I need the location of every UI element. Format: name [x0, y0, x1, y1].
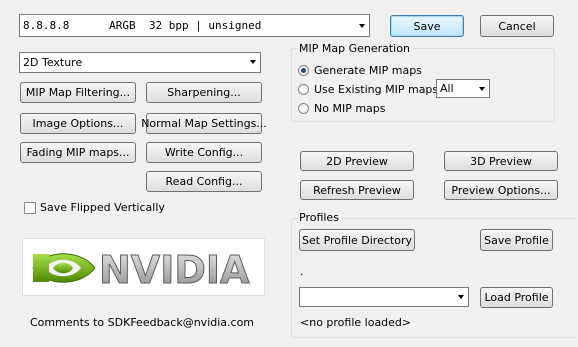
- save-button[interactable]: Save: [390, 15, 464, 37]
- cancel-button[interactable]: Cancel: [480, 15, 554, 37]
- use-existing-mip-maps-label: Use Existing MIP maps: [314, 83, 439, 96]
- nvidia-wordmark: NVIDIA: [99, 248, 250, 292]
- save-flipped-label: Save Flipped Vertically: [40, 201, 165, 214]
- no-mip-maps-radio[interactable]: [298, 103, 309, 114]
- nvidia-dds-export-dialog: 8.8.8.8 ARGB 32 bpp | unsigned Save Canc…: [0, 0, 578, 347]
- profile-directory-text: .: [300, 265, 304, 278]
- use-existing-mip-maps-radio[interactable]: [298, 84, 309, 95]
- sharpening-button[interactable]: Sharpening...: [146, 82, 262, 103]
- texture-type-value: 2D Texture: [23, 56, 83, 69]
- nvidia-logo: NVIDIA: [22, 238, 265, 296]
- preview-options-button[interactable]: Preview Options...: [444, 180, 558, 200]
- normal-map-settings-button[interactable]: Normal Map Settings...: [141, 113, 267, 134]
- mip-map-group-title: MIP Map Generation: [297, 42, 412, 55]
- refresh-preview-button[interactable]: Refresh Preview: [300, 180, 414, 200]
- fading-mip-maps-button[interactable]: Fading MIP maps...: [20, 142, 136, 163]
- format-combo[interactable]: 8.8.8.8 ARGB 32 bpp | unsigned: [19, 14, 370, 37]
- generate-mip-maps-label: Generate MIP maps: [314, 64, 422, 77]
- texture-type-combo[interactable]: 2D Texture: [19, 52, 261, 73]
- save-profile-button[interactable]: Save Profile: [480, 229, 553, 251]
- mip-levels-value: All: [440, 82, 454, 95]
- comments-text: Comments to SDKFeedback@nvidia.com: [30, 316, 255, 329]
- nvidia-eye-icon: NVIDIA: [32, 248, 251, 293]
- profile-combo[interactable]: [299, 287, 469, 307]
- chevron-down-icon: [458, 295, 464, 299]
- save-flipped-checkbox[interactable]: [24, 202, 36, 214]
- profiles-group-title: Profiles: [297, 211, 341, 224]
- write-config-button[interactable]: Write Config...: [146, 142, 262, 163]
- load-profile-button[interactable]: Load Profile: [480, 287, 553, 308]
- no-mip-maps-label: No MIP maps: [314, 102, 386, 115]
- format-combo-value: 8.8.8.8 ARGB 32 bpp | unsigned: [23, 19, 262, 32]
- mip-map-filtering-button[interactable]: MIP Map Filtering...: [20, 82, 136, 103]
- profile-status-text: <no profile loaded>: [300, 316, 412, 329]
- preview-3d-button[interactable]: 3D Preview: [444, 151, 558, 171]
- read-config-button[interactable]: Read Config...: [146, 171, 262, 192]
- chevron-down-icon: [359, 24, 365, 28]
- chevron-down-icon: [250, 60, 256, 64]
- chevron-down-icon: [479, 87, 485, 91]
- preview-2d-button[interactable]: 2D Preview: [300, 151, 414, 171]
- generate-mip-maps-radio[interactable]: [298, 65, 309, 76]
- image-options-button[interactable]: Image Options...: [20, 113, 136, 134]
- set-profile-directory-button[interactable]: Set Profile Directory: [299, 229, 415, 251]
- mip-levels-combo[interactable]: All: [436, 79, 490, 98]
